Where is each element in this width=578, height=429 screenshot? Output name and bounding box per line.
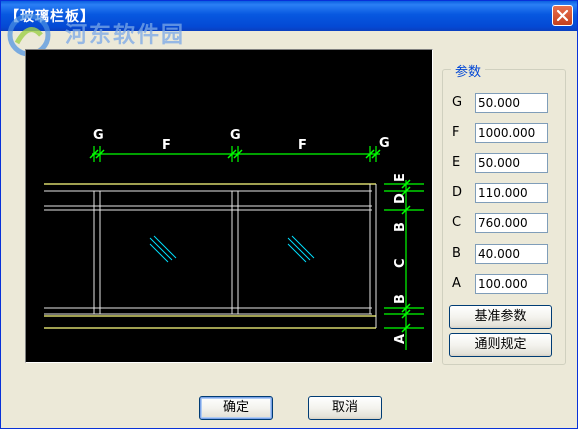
param-d-input[interactable] <box>475 183 548 203</box>
cancel-button[interactable]: 取消 <box>308 396 382 420</box>
param-e-input[interactable] <box>475 153 548 173</box>
params-group-title: 参数 <box>451 61 486 80</box>
param-c-input[interactable] <box>475 213 548 233</box>
dim-label-f2: F <box>298 138 307 153</box>
dim-label-b0: B <box>393 222 408 232</box>
param-label-f: F <box>452 125 460 140</box>
dim-label-d1: D <box>393 193 408 204</box>
param-row-d: D <box>452 183 552 203</box>
general-rules-button[interactable]: 通则规定 <box>449 333 552 357</box>
ok-button[interactable]: 确定 <box>199 396 273 420</box>
dim-label-e: E <box>393 173 408 182</box>
param-row-e: E <box>452 153 552 173</box>
dim-label-g2: G <box>230 128 241 143</box>
dialog-window: 【玻璃栏板】 河东软件园 www.pc0359.cn <box>0 0 578 429</box>
param-label-e: E <box>452 155 461 170</box>
param-b-input[interactable] <box>475 244 548 264</box>
close-button[interactable] <box>552 5 573 26</box>
param-row-c: C <box>452 213 552 233</box>
param-label-g: G <box>452 95 463 110</box>
dim-label-f1: F <box>162 138 171 153</box>
title-bar[interactable]: 【玻璃栏板】 <box>1 1 577 31</box>
param-label-a: A <box>452 276 461 291</box>
close-icon <box>556 9 569 22</box>
param-row-b: B <box>452 244 552 264</box>
param-label-d: D <box>452 185 463 200</box>
param-label-c: C <box>452 215 462 230</box>
param-g-input[interactable] <box>475 93 548 113</box>
dim-label-a: A <box>393 334 408 344</box>
dim-label-c: C <box>393 258 408 268</box>
param-a-input[interactable] <box>475 274 548 294</box>
param-row-a: A <box>452 274 552 294</box>
dim-label-g1: G <box>93 128 104 143</box>
base-params-button[interactable]: 基准参数 <box>449 305 552 329</box>
railing-drawing: G F G F G E D C B A B <box>44 128 424 350</box>
cancel-label: 取消 <box>331 400 358 415</box>
param-row-f: F <box>452 123 552 143</box>
param-f-input[interactable] <box>475 123 548 143</box>
param-row-g: G <box>452 93 552 113</box>
dim-label-g3: G <box>379 136 390 151</box>
window-title: 【玻璃栏板】 <box>5 9 95 25</box>
general-rules-label: 通则规定 <box>474 337 527 352</box>
drawing-canvas: G F G F G E D C B A B <box>25 49 433 363</box>
ok-label: 确定 <box>222 400 249 415</box>
param-label-b: B <box>452 246 461 261</box>
base-params-label: 基准参数 <box>474 309 527 324</box>
dim-label-b1: B <box>393 294 408 304</box>
